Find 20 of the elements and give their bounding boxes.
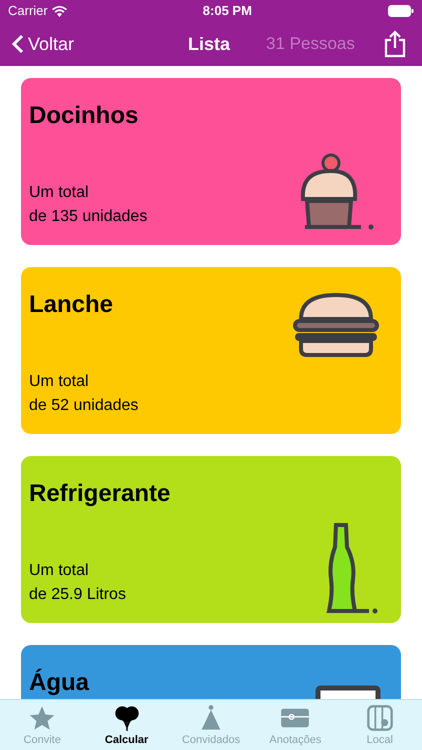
card-title: Refrigerante	[29, 479, 170, 509]
card-total: Um total	[29, 372, 90, 392]
card-total: Um total	[29, 183, 90, 203]
card-total: Um total	[29, 561, 90, 581]
tab-item[interactable]: Calcular	[84, 700, 169, 750]
people-count: 31 Pessoas	[266, 33, 355, 56]
back-button[interactable]: Voltar	[12, 30, 74, 58]
card-title: Água	[29, 668, 89, 698]
status-time: 8:05 PM	[202, 2, 252, 20]
card-title: Lanche	[29, 290, 114, 320]
card-total: de 25.9 Litros	[29, 585, 127, 605]
category-card[interactable]: Água	[21, 645, 401, 699]
card-total: de 135 unidades	[29, 207, 148, 227]
category-card[interactable]: Docinhos Um total de 135 unidades	[21, 78, 401, 245]
category-card[interactable]: Refrigerante Um total de 25.9 Litros	[21, 456, 401, 623]
category-card[interactable]: Lanche Um total de 52 unidades	[21, 267, 401, 434]
card-total: de 52 unidades	[29, 396, 138, 416]
carrier-label: Carrier	[8, 2, 48, 20]
card-title: Docinhos	[29, 101, 140, 131]
nav-title: Lista	[188, 32, 230, 56]
